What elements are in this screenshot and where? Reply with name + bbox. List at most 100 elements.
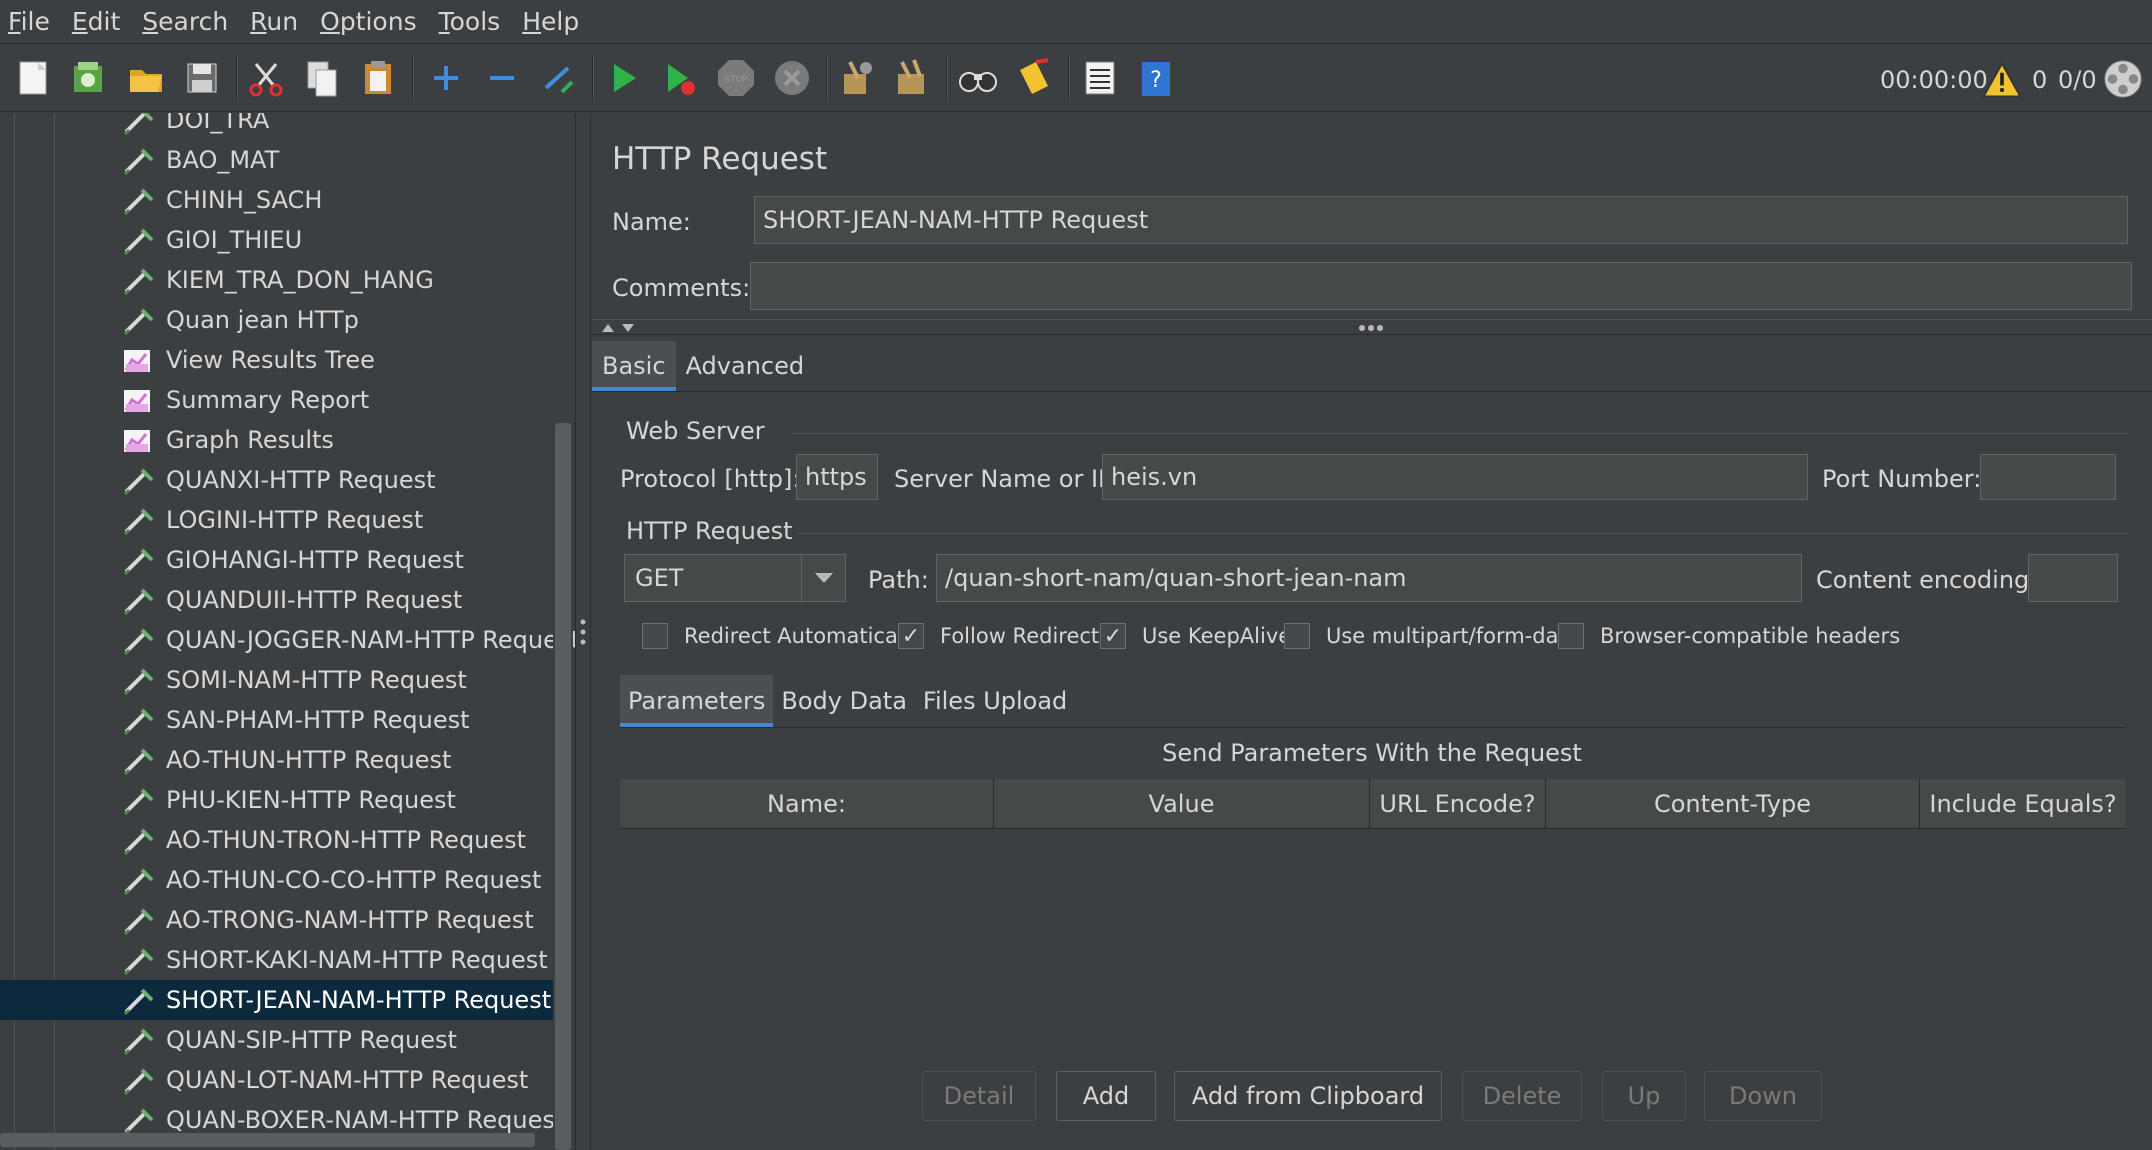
thread-count: 0/0 xyxy=(2058,66,2097,94)
method-select[interactable]: GET xyxy=(624,554,846,602)
menu-tools[interactable]: Tools xyxy=(431,7,515,36)
add-button[interactable]: Add xyxy=(1056,1071,1156,1121)
remote-engines-icon[interactable] xyxy=(2102,58,2144,100)
down-button[interactable]: Down xyxy=(1704,1071,1822,1121)
tree-item[interactable]: SAN-PHAM-HTTP Request xyxy=(0,700,553,740)
tree-item[interactable]: GIOHANGI-HTTP Request xyxy=(0,540,553,580)
use-multipart-checkbox[interactable]: Use multipart/form-data xyxy=(1284,623,1580,649)
tree-item[interactable]: LOGINI-HTTP Request xyxy=(0,500,553,540)
tree-item[interactable]: QUAN-LOT-NAM-HTTP Request xyxy=(0,1060,553,1100)
tree-item[interactable]: Summary Report xyxy=(0,380,553,420)
expand-icon[interactable] xyxy=(424,56,468,100)
column-header-name[interactable]: Name: xyxy=(620,779,994,829)
save-icon[interactable] xyxy=(180,56,224,100)
tree-item[interactable]: QUANDUII-HTTP Request xyxy=(0,580,553,620)
checkmark-icon[interactable]: ✓ xyxy=(1100,623,1126,649)
protocol-field[interactable]: https xyxy=(796,454,878,500)
menu-search[interactable]: Search xyxy=(134,7,242,36)
tree-item[interactable]: Quan jean HTTp xyxy=(0,300,553,340)
menu-options[interactable]: Options xyxy=(312,7,430,36)
tab-parameters[interactable]: Parameters xyxy=(620,675,774,727)
column-header-content-type[interactable]: Content-Type xyxy=(1546,779,1920,829)
browser-compatible-headers-checkbox[interactable]: Browser-compatible headers xyxy=(1558,623,1900,649)
tree-item[interactable]: AO-TRONG-NAM-HTTP Request xyxy=(0,900,553,940)
tree-item[interactable]: GIOI_THIEU xyxy=(0,220,553,260)
tree-scrollbar-thumb[interactable] xyxy=(555,423,571,1150)
tree-item[interactable]: SHORT-JEAN-NAM-HTTP Request xyxy=(0,980,553,1020)
search-icon[interactable] xyxy=(956,56,1000,100)
warning-icon[interactable] xyxy=(1982,60,2022,100)
up-button[interactable]: Up xyxy=(1602,1071,1686,1121)
toggle-icon[interactable] xyxy=(536,56,580,100)
column-header-include-equals[interactable]: Include Equals? xyxy=(1920,779,2126,829)
tree-item[interactable]: KIEM_TRA_DON_HANG xyxy=(0,260,553,300)
clear-icon[interactable] xyxy=(834,56,878,100)
drag-handle-icon[interactable] xyxy=(1358,324,1384,332)
cut-icon[interactable] xyxy=(244,56,288,100)
detail-button[interactable]: Detail xyxy=(922,1071,1036,1121)
tree-item[interactable]: AO-THUN-HTTP Request xyxy=(0,740,553,780)
tree-item[interactable]: Graph Results xyxy=(0,420,553,460)
redirect-automatically-checkbox[interactable]: Redirect Automatically xyxy=(642,623,922,649)
server-field[interactable]: heis.vn xyxy=(1102,454,1808,500)
menu-edit[interactable]: Edit xyxy=(64,7,134,36)
use-keepalive-checkbox[interactable]: ✓ Use KeepAlive xyxy=(1100,623,1291,649)
tree-item[interactable]: CHINH_SACH xyxy=(0,180,553,220)
function-helper-icon[interactable] xyxy=(1078,56,1122,100)
paste-icon[interactable] xyxy=(356,56,400,100)
menu-help[interactable]: Help xyxy=(514,7,593,36)
checkbox-box[interactable] xyxy=(1558,623,1584,649)
clear-all-icon[interactable] xyxy=(890,56,934,100)
menu-run[interactable]: Run xyxy=(242,7,312,36)
checkmark-icon[interactable]: ✓ xyxy=(898,623,924,649)
follow-redirects-checkbox[interactable]: ✓ Follow Redirects xyxy=(898,623,1110,649)
tab-body-data[interactable]: Body Data xyxy=(773,675,915,727)
chevron-down-icon[interactable] xyxy=(801,555,845,601)
tab-basic[interactable]: Basic xyxy=(592,341,676,391)
panel-title: HTTP Request xyxy=(612,141,828,177)
collapse-icon[interactable] xyxy=(480,56,524,100)
name-label: Name: xyxy=(612,208,691,236)
delete-button[interactable]: Delete xyxy=(1462,1071,1582,1121)
checkbox-box[interactable] xyxy=(1284,623,1310,649)
column-header-value[interactable]: Value xyxy=(994,779,1370,829)
add-from-clipboard-button[interactable]: Add from Clipboard xyxy=(1174,1071,1442,1121)
tree-item[interactable]: SHORT-KAKI-NAM-HTTP Request xyxy=(0,940,553,980)
tree-item[interactable]: QUANXI-HTTP Request xyxy=(0,460,553,500)
tree-item[interactable]: QUAN-JOGGER-NAM-HTTP Request xyxy=(0,620,575,660)
tree-item[interactable]: AO-THUN-CO-CO-HTTP Request xyxy=(0,860,553,900)
copy-icon[interactable] xyxy=(300,56,344,100)
tree-item[interactable]: PHU-KIEN-HTTP Request xyxy=(0,780,553,820)
tree-item[interactable]: SOMI-NAM-HTTP Request xyxy=(0,660,553,700)
splitter-grip-icon[interactable] xyxy=(580,618,586,646)
shutdown-icon[interactable] xyxy=(770,56,814,100)
start-no-pause-icon[interactable] xyxy=(658,56,702,100)
tree-item[interactable]: AO-THUN-TRON-HTTP Request xyxy=(0,820,553,860)
tree-item[interactable]: DOI_TRA xyxy=(0,113,553,140)
templates-icon[interactable] xyxy=(66,56,110,100)
checkbox-box[interactable] xyxy=(642,623,668,649)
port-field[interactable] xyxy=(1980,454,2116,500)
name-field[interactable]: SHORT-JEAN-NAM-HTTP Request xyxy=(754,196,2128,244)
collapse-arrows-icon[interactable] xyxy=(600,322,640,334)
stop-icon[interactable]: STOP xyxy=(714,56,758,100)
collapsible-divider[interactable] xyxy=(592,319,2152,335)
reset-search-icon[interactable] xyxy=(1012,56,1056,100)
tab-files-upload[interactable]: Files Upload xyxy=(915,675,1075,727)
start-icon[interactable] xyxy=(602,56,646,100)
warning-count: 0 xyxy=(2032,66,2048,94)
path-field[interactable]: /quan-short-nam/quan-short-jean-nam xyxy=(936,554,1802,602)
tree-item[interactable]: View Results Tree xyxy=(0,340,553,380)
comments-field[interactable] xyxy=(750,262,2132,310)
tree-item[interactable]: BAO_MAT xyxy=(0,140,553,180)
column-header-url-encode[interactable]: URL Encode? xyxy=(1370,779,1546,829)
tree-item[interactable]: QUAN-SIP-HTTP Request xyxy=(0,1020,553,1060)
content-encoding-field[interactable] xyxy=(2028,554,2118,602)
open-icon[interactable] xyxy=(124,56,168,100)
menu-file[interactable]: File xyxy=(0,7,64,36)
tree-horizontal-scrollbar[interactable] xyxy=(0,1133,535,1147)
new-icon[interactable] xyxy=(12,56,56,100)
help-icon[interactable]: ? xyxy=(1134,56,1178,100)
sampler-icon xyxy=(120,904,156,936)
tab-advanced[interactable]: Advanced xyxy=(676,341,815,391)
